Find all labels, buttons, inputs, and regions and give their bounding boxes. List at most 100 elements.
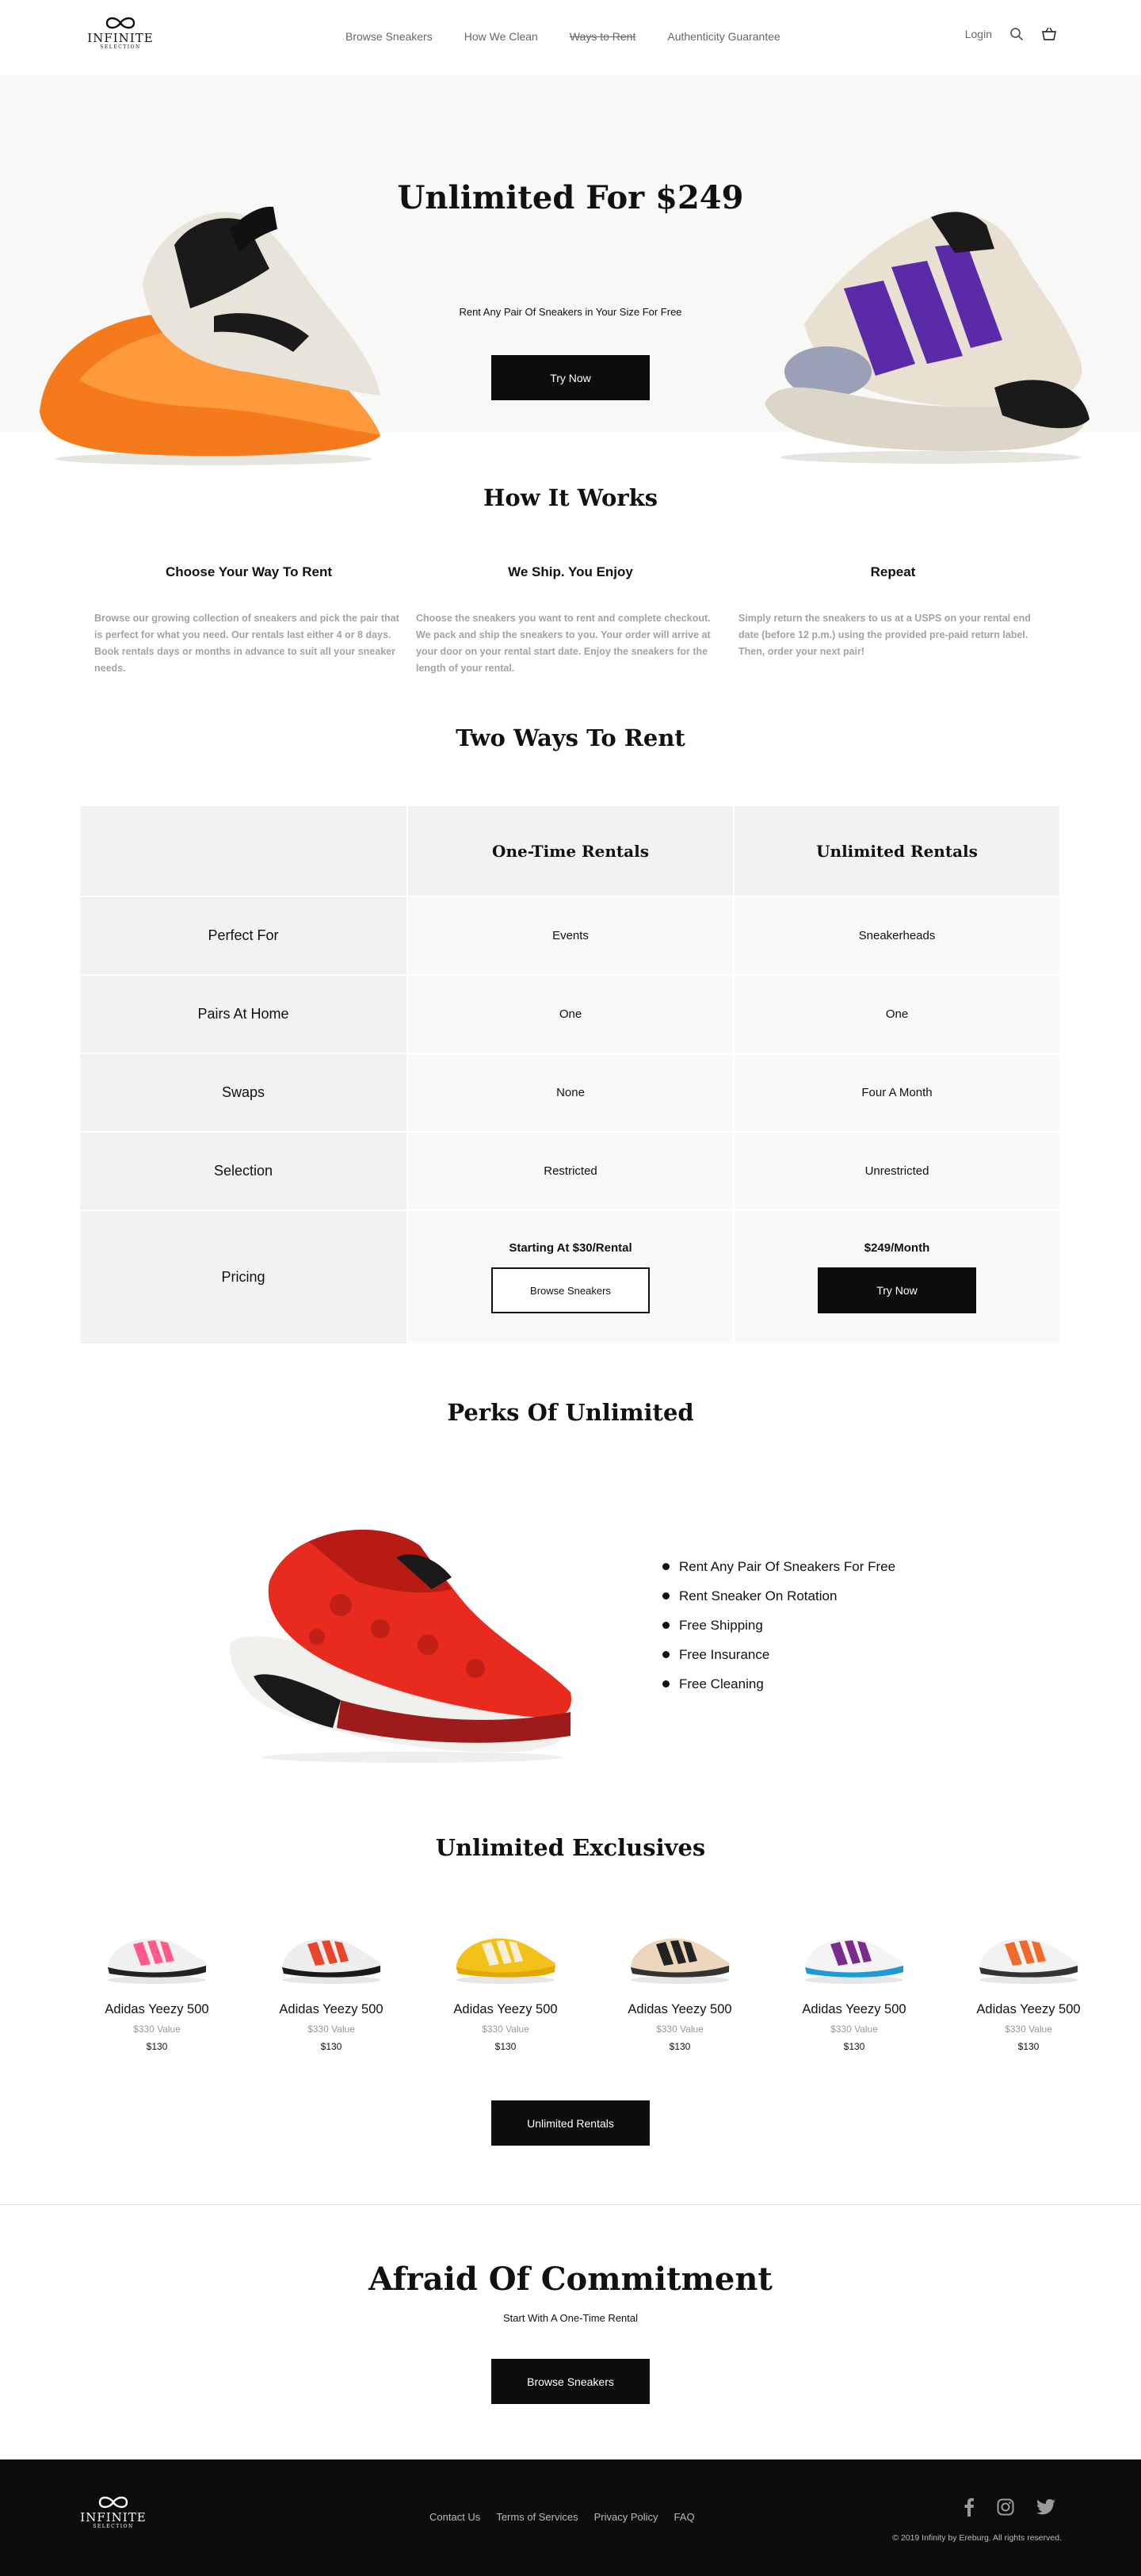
product-card[interactable]: Adidas Yeezy 500 $330 Value $130 (70, 1917, 244, 2052)
how-step-text: Simply return the sneakers to us at a US… (738, 613, 1031, 657)
product-price: $130 (146, 2041, 168, 2052)
row-value-one-time: Events (406, 897, 733, 974)
hero-shoe-left-image (40, 206, 380, 465)
footer-link-terms[interactable]: Terms of Services (496, 2511, 578, 2523)
section-divider (0, 2204, 1141, 2205)
product-name: Adidas Yeezy 500 (628, 2002, 732, 2016)
product-image (456, 1938, 556, 1984)
main-nav: Browse Sneakers How We Clean Ways to Ren… (345, 30, 780, 43)
list-item: Free Cleaning (662, 1669, 895, 1699)
how-it-works-title: How It Works (483, 484, 658, 511)
row-value-unlimited: Unrestricted (733, 1133, 1059, 1210)
table-row: Swaps None Four A Month (80, 1054, 1061, 1133)
column-header-unlimited: Unlimited Rentals (733, 806, 1059, 896)
site-footer: INFINITE SELECTION Contact Us Terms of S… (0, 2459, 1141, 2576)
perks-list: Rent Any Pair Of Sneakers For Free Rent … (662, 1552, 895, 1699)
header-actions: Login (965, 27, 1057, 41)
exclusives-title: Unlimited Exclusives (435, 1834, 706, 1861)
how-step-text: Browse our growing collection of sneaker… (94, 613, 399, 674)
product-card[interactable]: Adidas Yeezy 500 $330 Value $130 (767, 1917, 941, 2052)
product-card[interactable]: Adidas Yeezy 500 $330 Value $130 (593, 1917, 767, 2052)
product-card[interactable]: Adidas Yeezy 500 $330 Value $130 (941, 1917, 1116, 2052)
footer-logo-text: INFINITE (80, 2510, 147, 2524)
copyright-text: © 2019 Infinity by Ereburg. All rights r… (892, 2533, 1062, 2543)
row-value-one-time: Restricted (406, 1133, 733, 1210)
product-value: $330 Value (133, 2024, 181, 2035)
product-card[interactable]: Adidas Yeezy 500 $330 Value $130 (244, 1917, 418, 2052)
hero-banner: Unlimited For $249 Rent Any Pair Of Snea… (0, 75, 1141, 465)
infinity-icon (105, 17, 135, 29)
nav-browse-sneakers[interactable]: Browse Sneakers (345, 30, 433, 43)
row-label: Selection (80, 1133, 406, 1210)
footer-link-contact[interactable]: Contact Us (429, 2511, 480, 2523)
browse-sneakers-button[interactable]: Browse Sneakers (491, 1267, 650, 1313)
pricing-one-time: Starting At $30/Rental Browse Sneakers (406, 1211, 733, 1343)
table-row: Pairs At Home One One (80, 976, 1061, 1054)
basket-icon[interactable] (1041, 27, 1057, 41)
login-link[interactable]: Login (965, 28, 992, 40)
list-item: Rent Sneaker On Rotation (662, 1581, 895, 1611)
how-step-title: Repeat (870, 564, 916, 579)
logo[interactable]: INFINITE SELECTION (85, 14, 156, 51)
row-label: Pricing (80, 1211, 406, 1343)
two-ways-title: Two Ways To Rent (456, 724, 685, 751)
facebook-icon[interactable] (964, 2498, 975, 2517)
product-price: $130 (320, 2041, 342, 2052)
product-value: $330 Value (307, 2024, 355, 2035)
table-row: Selection Restricted Unrestricted (80, 1133, 1061, 1211)
list-item: Free Insurance (662, 1640, 895, 1669)
instagram-icon[interactable] (997, 2498, 1014, 2516)
product-price: $130 (843, 2041, 865, 2052)
how-step-2: We Ship. You Enjoy Choose the sneakers y… (416, 564, 725, 677)
product-image (630, 1938, 731, 1984)
product-value: $330 Value (830, 2024, 878, 2035)
product-card[interactable]: Adidas Yeezy 500 $330 Value $130 (418, 1917, 593, 2052)
search-icon[interactable] (1009, 27, 1024, 41)
footer-logo[interactable]: INFINITE SELECTION (78, 2494, 149, 2530)
twitter-icon[interactable] (1036, 2499, 1055, 2515)
list-item: Rent Any Pair Of Sneakers For Free (662, 1552, 895, 1581)
product-image (281, 1938, 382, 1984)
product-name: Adidas Yeezy 500 (802, 2002, 906, 2016)
footer-link-faq[interactable]: FAQ (674, 2511, 695, 2523)
product-value: $330 Value (656, 2024, 704, 2035)
row-value-unlimited: One (733, 976, 1059, 1053)
product-name: Adidas Yeezy 500 (279, 2002, 384, 2016)
try-now-button[interactable]: Try Now (818, 1267, 976, 1313)
table-corner-cell (80, 806, 406, 896)
product-price: $130 (494, 2041, 517, 2052)
infinity-icon (98, 2496, 128, 2509)
footer-logo-subtext: SELECTION (93, 2524, 134, 2529)
row-label: Pairs At Home (80, 976, 406, 1053)
how-step-title: We Ship. You Enjoy (508, 564, 633, 579)
product-image (804, 1938, 905, 1984)
nav-how-we-clean[interactable]: How We Clean (464, 30, 538, 43)
row-value-one-time: None (406, 1054, 733, 1131)
pricing-row: Pricing Starting At $30/Rental Browse Sn… (80, 1211, 1061, 1343)
footer-links: Contact Us Terms of Services Privacy Pol… (429, 2511, 695, 2523)
product-value: $330 Value (482, 2024, 529, 2035)
nav-authenticity-guarantee[interactable]: Authenticity Guarantee (667, 30, 780, 43)
price-one-time: Starting At $30/Rental (509, 1241, 632, 1255)
product-image (107, 1938, 208, 1984)
product-price: $130 (669, 2041, 691, 2052)
row-value-unlimited: Sneakerheads (733, 897, 1059, 974)
list-item: Free Shipping (662, 1611, 895, 1640)
product-grid: Adidas Yeezy 500 $330 Value $130 Adidas … (70, 1917, 1116, 2052)
logo-subtext: SELECTION (100, 44, 141, 50)
perks-title: Perks Of Unlimited (447, 1399, 694, 1426)
site-header: INFINITE SELECTION Browse Sneakers How W… (0, 0, 1141, 75)
how-step-3: Repeat Simply return the sneakers to us … (738, 564, 1048, 660)
row-value-unlimited: Four A Month (733, 1054, 1059, 1131)
row-label: Swaps (80, 1054, 406, 1131)
unlimited-rentals-button[interactable]: Unlimited Rentals (491, 2100, 650, 2146)
nav-ways-to-rent[interactable]: Ways to Rent (570, 30, 636, 43)
logo-text: INFINITE (87, 31, 154, 45)
how-step-text: Choose the sneakers you want to rent and… (416, 613, 711, 674)
hero-try-now-button[interactable]: Try Now (491, 355, 650, 400)
footer-link-privacy[interactable]: Privacy Policy (594, 2511, 658, 2523)
browse-sneakers-cta-button[interactable]: Browse Sneakers (491, 2359, 650, 2404)
product-value: $330 Value (1005, 2024, 1052, 2035)
hero-shoe-right-image (765, 212, 1089, 464)
table-row: Perfect For Events Sneakerheads (80, 897, 1061, 976)
